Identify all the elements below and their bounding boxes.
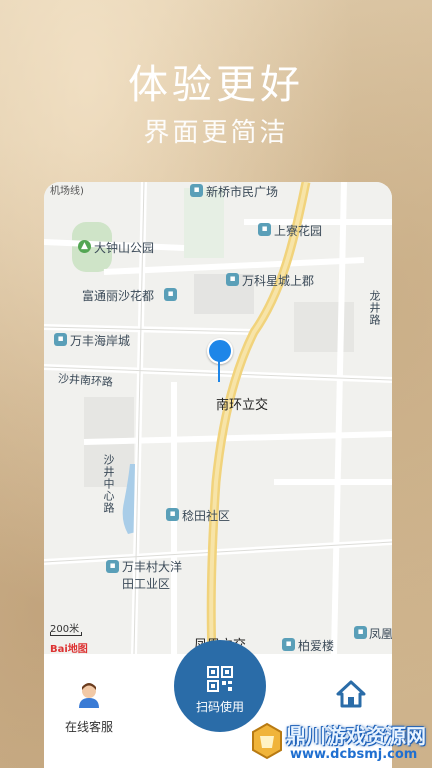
- watermark-url: www.dcbsmj.com: [290, 747, 418, 762]
- poi-icon: ▪: [166, 508, 179, 521]
- poi-icon: ▪: [258, 223, 271, 236]
- home-icon: [336, 680, 366, 708]
- map-label-wanfeng-dayang-2[interactable]: 田工业区: [122, 575, 170, 592]
- map-label-fudongli[interactable]: 富通丽沙花都: [82, 287, 154, 304]
- map-label-shangliao[interactable]: 上寮花园: [274, 222, 322, 239]
- map-label-wanfeng-haian[interactable]: 万丰海岸城: [70, 332, 130, 349]
- map-brand-logo: Bai地图: [50, 644, 88, 655]
- map-label-longjing-road: 龙井路: [368, 290, 381, 326]
- poi-icon: ▪: [190, 184, 203, 197]
- map-label-wanfeng-dayang-1[interactable]: 万丰村大洋: [122, 558, 182, 575]
- tab-online-service[interactable]: 在线客服: [54, 682, 124, 735]
- map-label-top-left: 机场线): [50, 186, 84, 197]
- watermark: 鼎川游戏资源网 www.dcbsmj.com: [246, 716, 432, 768]
- poi-icon: ▪: [226, 273, 239, 286]
- qr-scan-icon: [207, 666, 233, 692]
- customer-service-icon: [77, 682, 101, 708]
- hero-subtitle: 界面更简洁: [143, 118, 289, 148]
- poi-icon: ▪: [164, 288, 177, 301]
- poi-icon: ▪: [106, 560, 119, 573]
- hero-title: 体验更好: [128, 62, 304, 108]
- tab-online-service-label: 在线客服: [64, 720, 113, 734]
- location-pin-icon[interactable]: [207, 338, 233, 364]
- map-label-wanke[interactable]: 万科星城上郡: [242, 272, 314, 289]
- map-label-xinqiao[interactable]: 新桥市民广场: [206, 183, 278, 200]
- map-scale-bar: [50, 632, 82, 636]
- map-label-baiai[interactable]: 柏爱楼: [298, 637, 334, 654]
- map-label-suotian[interactable]: 稔田社区: [182, 507, 230, 524]
- location-pin-stem: [218, 360, 220, 382]
- poi-icon: ▪: [54, 333, 67, 346]
- watermark-title: 鼎川游戏资源网: [286, 724, 426, 748]
- scan-button-label: 扫码使用: [195, 700, 244, 714]
- tab-home[interactable]: [326, 680, 376, 711]
- map-view[interactable]: 机场线) ▪ 新桥市民广场 ▪ 上寮花园 ▲ 大钟山公园 ▪ 万科星城上郡 富通…: [44, 182, 392, 655]
- map-label-nanhuan-li[interactable]: 南环立交: [216, 394, 268, 413]
- map-label-dazhongshan[interactable]: 大钟山公园: [94, 239, 154, 256]
- map-label-fenghuang-right[interactable]: 凤凰: [369, 625, 392, 642]
- map-label-shajing-zhongxin: 沙井中心路: [102, 454, 115, 514]
- park-icon: ▲: [78, 240, 91, 253]
- poi-icon: ▪: [282, 638, 295, 651]
- watermark-logo-icon: [252, 722, 282, 760]
- phone-screen: 机场线) ▪ 新桥市民广场 ▪ 上寮花园 ▲ 大钟山公园 ▪ 万科星城上郡 富通…: [44, 182, 392, 768]
- poi-icon: ▪: [354, 626, 367, 639]
